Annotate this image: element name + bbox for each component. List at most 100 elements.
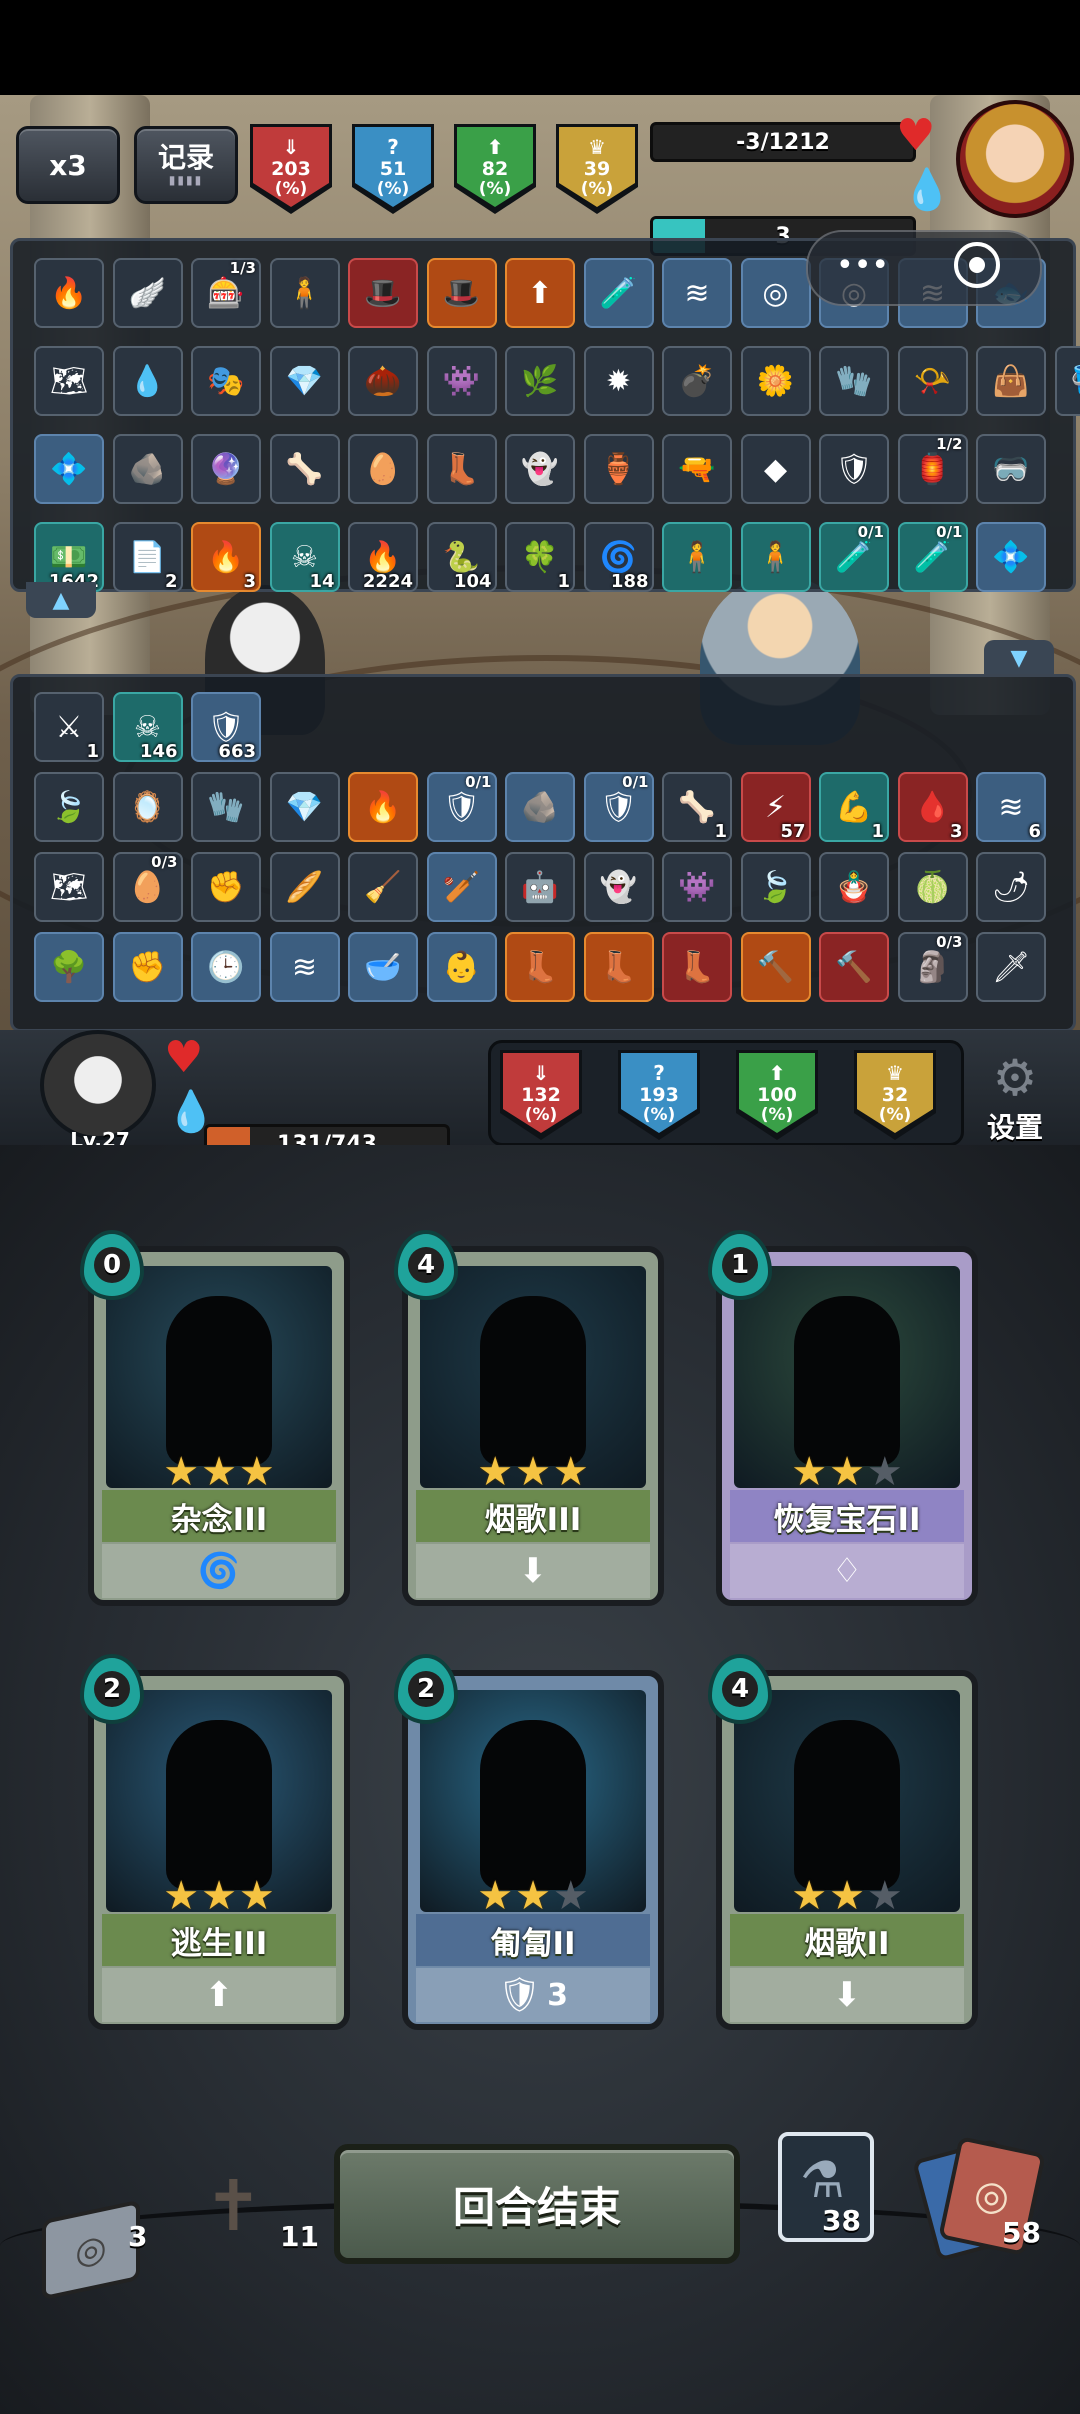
enemy-item-slot[interactable]: 📯 xyxy=(897,346,968,416)
player-item-slot[interactable]: 🧹 xyxy=(348,852,418,922)
player-item-slot[interactable]: ⚔ 1 xyxy=(34,692,104,762)
enemy-item-slot[interactable]: 👾 xyxy=(426,346,497,416)
player-item-slot[interactable]: 🗿 0/3 xyxy=(897,932,968,1002)
player-item-slot[interactable]: ✊ xyxy=(191,852,261,922)
hand-card[interactable]: ★ ★ ★ 烟歌III ⬇ 4 xyxy=(394,1230,664,1606)
player-item-slot[interactable]: 🪆 xyxy=(819,852,889,922)
player-item-slot[interactable]: 🗡 xyxy=(976,932,1046,1002)
player-item-slot[interactable]: 👢 xyxy=(505,932,575,1002)
player-item-slot[interactable]: 🛡 0/1 xyxy=(583,772,654,842)
enemy-item-slot[interactable]: 🌀 188 xyxy=(583,522,654,592)
enemy-item-slot[interactable]: 🌰 xyxy=(348,346,418,416)
hand-card[interactable]: ★ ★ ★ 逃生III ⬆ 2 xyxy=(80,1654,350,2030)
enemy-item-slot[interactable]: 🧪 0/1 xyxy=(819,522,889,592)
enemy-item-slot[interactable]: 💧 xyxy=(112,346,183,416)
player-item-slot[interactable]: 🔨 xyxy=(740,932,811,1002)
enemy-item-slot[interactable]: 🛡 xyxy=(819,434,889,504)
settings-button[interactable]: ⚙ 设置 xyxy=(980,1050,1050,1144)
enemy-item-slot[interactable]: 🪽 xyxy=(112,258,183,328)
enemy-item-slot[interactable]: 🔥 xyxy=(34,258,104,328)
player-item-slot[interactable]: 🪞 xyxy=(112,772,183,842)
enemy-item-slot[interactable]: 💠 xyxy=(34,434,104,504)
hand-card[interactable]: ★ ★ ★ 烟歌II ⬇ 4 xyxy=(708,1654,978,2030)
enemy-item-slot[interactable]: 💠 xyxy=(976,522,1046,592)
enemy-item-slot[interactable]: 🧍 xyxy=(740,522,811,592)
player-item-slot[interactable]: 🥖 xyxy=(269,852,340,922)
enemy-item-slot[interactable]: 🎩 xyxy=(348,258,418,328)
player-item-slot[interactable]: 🛡 0/1 xyxy=(426,772,497,842)
enemy-stat-defense[interactable]: ⬆ 82 (%) xyxy=(457,127,533,207)
enemy-stat-attack-sword[interactable]: ⇓ 203 (%) xyxy=(253,127,329,207)
enemy-item-slot[interactable]: 🐍 104 xyxy=(426,522,497,592)
player-item-slot[interactable]: 🤖 xyxy=(505,852,575,922)
player-stat-question[interactable]: ? 193 (%) xyxy=(621,1053,697,1133)
discard-pile-button[interactable]: ◎ 3 xyxy=(36,2199,147,2301)
enemy-item-slot[interactable]: ⬆ xyxy=(505,258,575,328)
enemy-item-slot[interactable]: 🏮 1/2 xyxy=(897,434,968,504)
player-item-slot[interactable]: 🥚 0/3 xyxy=(112,852,183,922)
close-target-icon[interactable] xyxy=(954,242,1000,288)
enemy-item-slot[interactable]: ☠ 14 xyxy=(269,522,340,592)
enemy-item-slot[interactable]: 🔥 2224 xyxy=(348,522,418,592)
record-button[interactable]: 记录 ▮▮▮▮ xyxy=(134,126,238,204)
enemy-item-slot[interactable]: 🔫 xyxy=(662,434,732,504)
enemy-item-slot[interactable]: 🏺 xyxy=(583,434,654,504)
hand-card[interactable]: ★ ★ ★ 杂念III 🌀 0 xyxy=(80,1230,350,1606)
enemy-item-slot[interactable]: 🎰 1/3 xyxy=(191,258,261,328)
enemy-item-slot[interactable]: 🍀 1 xyxy=(505,522,575,592)
player-item-slot[interactable]: 👢 xyxy=(583,932,654,1002)
enemy-portrait-avatar[interactable] xyxy=(956,100,1074,218)
enemy-stat-question[interactable]: ? 51 (%) xyxy=(355,127,431,207)
enemy-item-slot[interactable]: 🌿 xyxy=(505,346,575,416)
player-item-slot[interactable]: 🌳 xyxy=(34,932,104,1002)
player-item-slot[interactable]: 🔨 xyxy=(819,932,889,1002)
enemy-item-slot[interactable]: 💣 xyxy=(662,346,732,416)
player-item-slot[interactable]: 💪 1 xyxy=(819,772,889,842)
enemy-item-slot[interactable]: ≋ xyxy=(662,258,732,328)
player-item-slot[interactable]: 🍃 xyxy=(34,772,104,842)
player-item-slot[interactable]: 🏏 xyxy=(426,852,497,922)
enemy-item-slot[interactable]: 🧪 xyxy=(583,258,654,328)
player-item-slot[interactable]: 🗺 xyxy=(34,852,104,922)
enemy-item-slot[interactable]: 👜 xyxy=(976,346,1046,416)
hand-card[interactable]: ★ ★ ★ 恢复宝石II ♢ 1 xyxy=(708,1230,978,1606)
draw-pile-button[interactable]: ◎ 58 xyxy=(912,2135,1050,2262)
hand-card[interactable]: ★ ★ ★ 匍匐II 🛡 3 2 xyxy=(394,1654,664,2030)
player-item-slot[interactable]: ☠ 146 xyxy=(112,692,183,762)
collapse-enemy-panel-button[interactable]: ▲ xyxy=(26,582,96,618)
enemy-item-slot[interactable]: 🔥 3 xyxy=(191,522,261,592)
enemy-item-slot[interactable]: ✹ xyxy=(583,346,654,416)
enemy-item-slot[interactable]: ◆ xyxy=(740,434,811,504)
enemy-item-slot[interactable]: 🪨 xyxy=(112,434,183,504)
player-item-slot[interactable]: 🩸 3 xyxy=(897,772,968,842)
player-item-slot[interactable]: 🪨 xyxy=(505,772,575,842)
enemy-item-slot[interactable]: 🗺 xyxy=(34,346,104,416)
speed-button[interactable]: x3 xyxy=(16,126,120,204)
enemy-item-slot[interactable]: 🧪 0/1 xyxy=(897,522,968,592)
player-item-slot[interactable]: 🥣 xyxy=(348,932,418,1002)
player-stat-defense[interactable]: ⬆ 100 (%) xyxy=(739,1053,815,1133)
enemy-item-slot[interactable]: 💎 xyxy=(269,346,340,416)
player-item-slot[interactable]: 🧤 xyxy=(191,772,261,842)
player-item-slot[interactable]: 🕒 xyxy=(191,932,261,1002)
enemy-item-slot[interactable]: 🔮 xyxy=(191,434,261,504)
player-item-slot[interactable]: ⚡ 57 xyxy=(740,772,811,842)
enemy-item-slot[interactable]: 🎩 xyxy=(426,258,497,328)
player-item-slot[interactable]: 🍃 xyxy=(740,852,811,922)
player-item-slot[interactable]: 👶 xyxy=(426,932,497,1002)
player-item-slot[interactable]: 👢 xyxy=(662,932,732,1002)
enemy-item-slot[interactable]: 📄 2 xyxy=(112,522,183,592)
enemy-item-slot[interactable]: 🌼 xyxy=(740,346,811,416)
potion-pile-button[interactable]: ⚗ 38 xyxy=(778,2132,874,2242)
graveyard-button[interactable]: ✝ 11 xyxy=(190,2150,320,2280)
enemy-stat-crown[interactable]: ♛ 39 (%) xyxy=(559,127,635,207)
enemy-item-slot[interactable]: 🎭 xyxy=(191,346,261,416)
player-item-slot[interactable]: 💎 xyxy=(269,772,340,842)
player-item-slot[interactable]: ✊ xyxy=(112,932,183,1002)
player-item-slot[interactable]: 🦴 1 xyxy=(662,772,732,842)
enemy-item-slot[interactable]: ◎ xyxy=(740,258,811,328)
player-item-slot[interactable]: 👻 xyxy=(583,852,654,922)
enemy-item-slot[interactable]: 🥽 xyxy=(976,434,1046,504)
player-avatar[interactable] xyxy=(40,1030,156,1140)
player-item-slot[interactable]: ≋ xyxy=(269,932,340,1002)
